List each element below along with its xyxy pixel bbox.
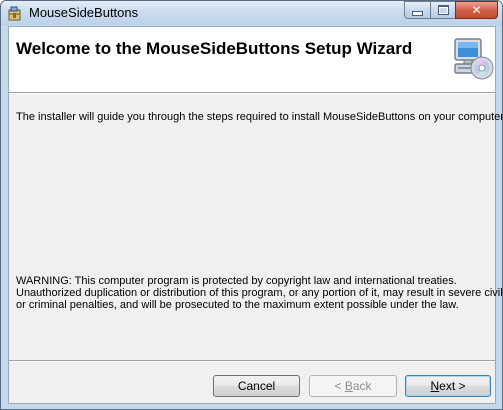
warning-line: WARNING: This computer program is protec… [16, 275, 457, 287]
maximize-icon [437, 5, 449, 15]
header-divider-highlight [9, 93, 495, 94]
window-title: MouseSideButtons [29, 5, 139, 20]
back-button-prefix: < [334, 379, 345, 393]
wizard-title: Welcome to the MouseSideButtons Setup Wi… [16, 39, 413, 58]
title-bar[interactable]: MouseSideButtons ✕ [1, 1, 502, 25]
caption-buttons: ✕ [404, 1, 498, 20]
copyright-warning: WARNING: This computer program is protec… [16, 275, 503, 311]
close-icon: ✕ [471, 3, 482, 17]
next-button-accelerator: N [430, 379, 440, 393]
setup-window: MouseSideButtons ✕ Welcome to the MouseS… [0, 0, 503, 410]
cancel-button[interactable]: Cancel [213, 375, 300, 397]
wizard-header: Welcome to the MouseSideButtons Setup Wi… [9, 27, 495, 92]
next-button-label: ext > [439, 379, 466, 393]
minimize-icon [412, 10, 423, 16]
minimize-button[interactable] [404, 1, 430, 19]
close-button[interactable]: ✕ [455, 1, 498, 19]
maximize-button[interactable] [430, 1, 455, 19]
warning-line: or criminal penalties, and will be prose… [16, 299, 459, 311]
warning-line: Unauthorized duplication or distribution… [16, 287, 503, 299]
back-button[interactable]: < Back [309, 375, 397, 397]
next-button[interactable]: Next > [405, 375, 491, 397]
back-button-label: ack [352, 379, 372, 393]
intro-text: The installer will guide you through the… [16, 111, 503, 123]
wizard-client-area: Welcome to the MouseSideButtons Setup Wi… [8, 26, 503, 404]
installer-package-icon [8, 6, 21, 21]
computer-with-cd-icon [454, 38, 494, 80]
back-button-accelerator: B [344, 379, 353, 393]
footer-divider-highlight [9, 361, 495, 362]
